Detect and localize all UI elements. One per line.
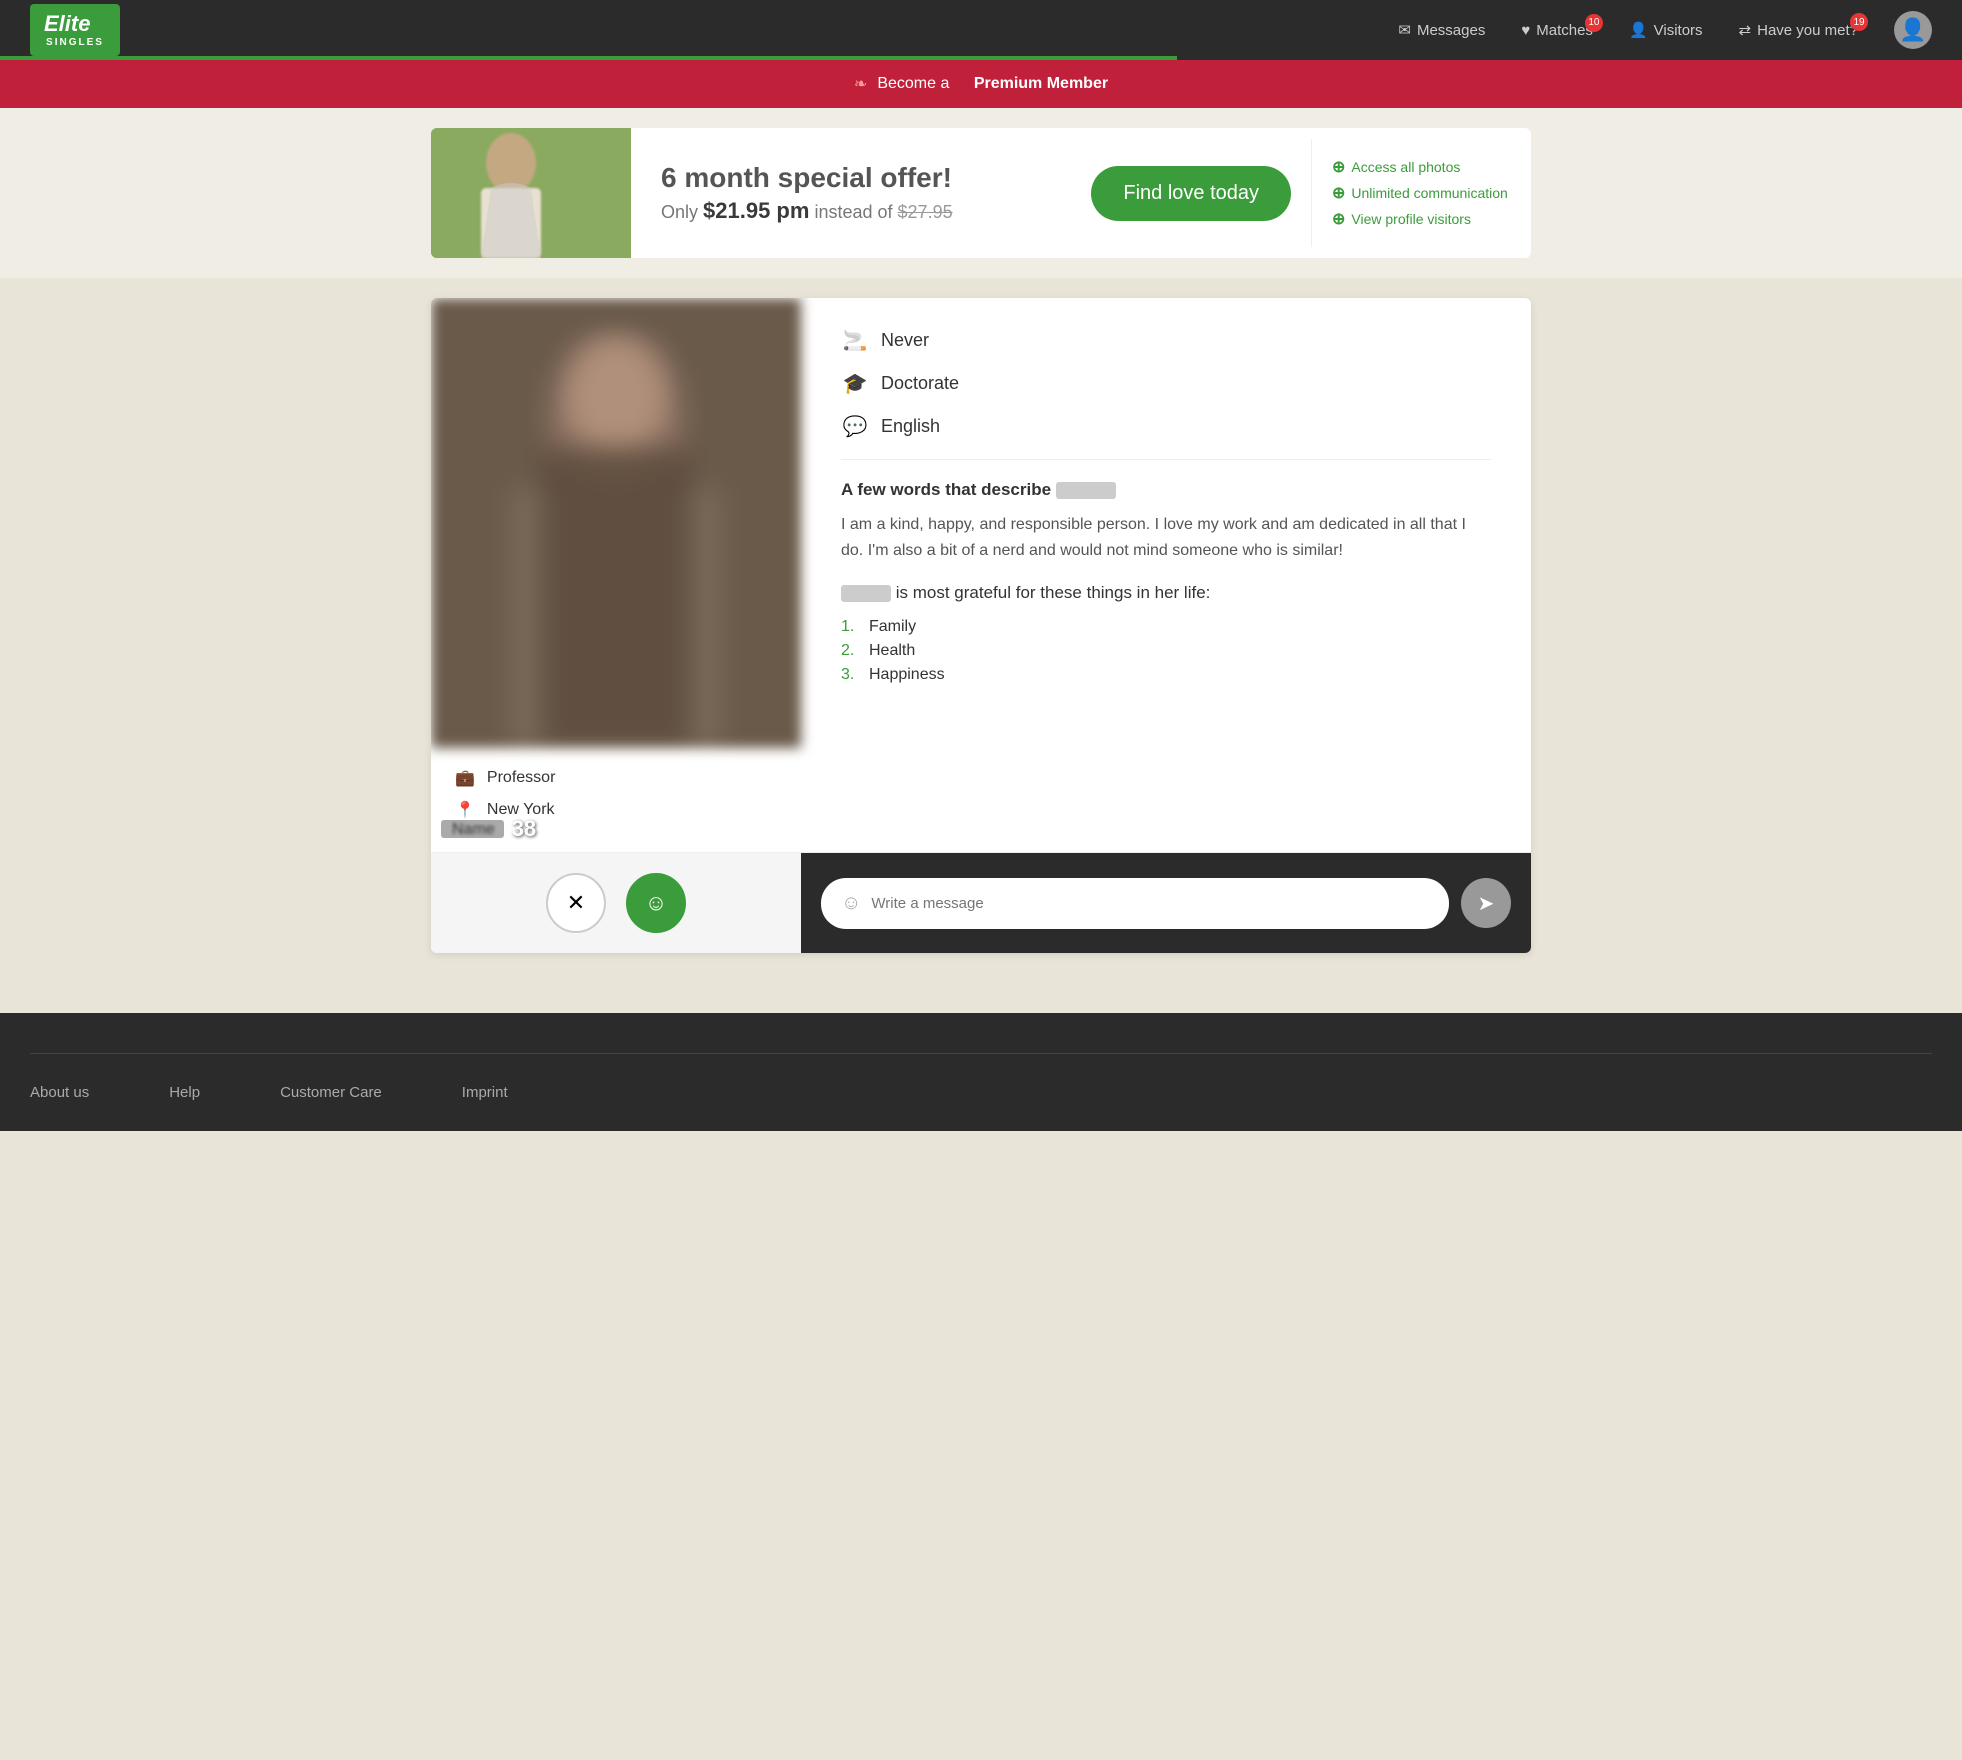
education-label: Doctorate (881, 373, 959, 394)
have-you-met-badge: 19 (1850, 13, 1868, 31)
promo-text: 6 month special offer! Only $21.95 pm in… (631, 142, 1071, 244)
grateful-number: 2. (841, 642, 861, 660)
promo-price-text: Only (661, 202, 698, 222)
message-text-input[interactable] (871, 895, 1429, 912)
profile-bottom: ✕ ☺ ☺ ➤ (431, 852, 1531, 953)
smoking-label: Never (881, 330, 929, 351)
send-button[interactable]: ➤ (1461, 878, 1511, 928)
promo-price-old: $27.95 (898, 202, 953, 222)
smoking-icon: 🚬 (841, 328, 869, 353)
main-content: Name 38 💼 Professor 📍 New York (0, 278, 1962, 973)
promo-price-instead: instead of (814, 202, 892, 222)
language-label: English (881, 416, 940, 437)
footer-about-link[interactable]: About us (30, 1084, 89, 1101)
header: Elite SINGLES ✉ Messages ♥ Matches 10 👤 … (0, 0, 1962, 60)
profile-info-col: 🚬 Never 🎓 Doctorate 💬 English A few word… (801, 298, 1531, 852)
profile-description: I am a kind, happy, and responsible pers… (841, 512, 1491, 563)
premium-flower-icon: ❧ (854, 74, 867, 94)
name-blurred-2 (841, 585, 891, 602)
promo-feature-item: ⊕ Access all photos (1332, 154, 1511, 180)
logo[interactable]: Elite SINGLES (30, 4, 120, 55)
profile-photo (431, 298, 801, 748)
footer-customer-care-link[interactable]: Customer Care (280, 1084, 382, 1101)
grateful-list: 1. Family2. Health3. Happiness (841, 615, 1491, 687)
grateful-list-item: 2. Health (841, 639, 1491, 663)
footer-links: About us Help Customer Care Imprint (30, 1084, 1932, 1101)
person-icon: 👤 (1629, 21, 1648, 39)
occupation-label: Professor (487, 769, 555, 787)
visitors-label: Visitors (1654, 22, 1703, 39)
promo-feature-item: ⊕ View profile visitors (1332, 206, 1511, 232)
profile-photo-overlay: Name 38 (441, 816, 536, 842)
header-nav: ✉ Messages ♥ Matches 10 👤 Visitors ⇄ Hav… (1398, 11, 1932, 49)
plus-icon: ⊕ (1332, 157, 1345, 177)
name-blurred-1 (1056, 482, 1116, 499)
promo-cta-button[interactable]: Find love today (1091, 166, 1291, 221)
promo-price: Only $21.95 pm instead of $27.95 (661, 198, 1041, 224)
briefcase-icon: 💼 (455, 768, 475, 788)
logo-text: Elite (44, 11, 90, 36)
education-icon: 🎓 (841, 371, 869, 396)
avatar-icon: 👤 (1899, 17, 1926, 43)
message-col: ☺ ➤ (801, 853, 1531, 953)
premium-banner[interactable]: ❧ Become a Premium Member (0, 60, 1962, 108)
profile-photo-col: Name 38 💼 Professor 📍 New York (431, 298, 801, 852)
messages-label: Messages (1417, 22, 1485, 39)
describe-title: A few words that describe (841, 480, 1491, 500)
have-you-met-label: Have you met? (1757, 22, 1858, 39)
message-input-wrapper: ☺ (821, 878, 1449, 929)
job-info-row: 💼 Professor (455, 768, 777, 788)
envelope-icon: ✉ (1398, 21, 1411, 39)
like-button[interactable]: ☺ (626, 873, 686, 933)
avatar[interactable]: 👤 (1894, 11, 1932, 49)
heart-icon: ♥ (1521, 22, 1530, 39)
language-icon: 💬 (841, 414, 869, 439)
send-icon: ➤ (1478, 891, 1495, 916)
have-you-met-nav[interactable]: ⇄ Have you met? 19 (1739, 21, 1858, 39)
dislike-button[interactable]: ✕ (546, 873, 606, 933)
promo-image (431, 128, 631, 258)
action-col: ✕ ☺ (431, 853, 801, 953)
logo-sub: SINGLES (44, 37, 106, 48)
plus-icon: ⊕ (1332, 209, 1345, 229)
matches-badge: 10 (1585, 14, 1603, 32)
premium-text-bold: Premium Member (974, 75, 1108, 93)
grateful-list-item: 1. Family (841, 615, 1491, 639)
footer-imprint-link[interactable]: Imprint (462, 1084, 508, 1101)
education-row: 🎓 Doctorate (841, 371, 1491, 396)
message-smiley-icon: ☺ (841, 892, 861, 915)
grateful-list-item: 3. Happiness (841, 663, 1491, 687)
promo-person (431, 128, 631, 258)
promo-features-list: ⊕ Access all photos⊕ Unlimited communica… (1311, 139, 1531, 247)
profile-age: 38 (512, 816, 536, 842)
visitors-nav[interactable]: 👤 Visitors (1629, 21, 1703, 39)
footer-help-link[interactable]: Help (169, 1084, 200, 1101)
promo-section: 6 month special offer! Only $21.95 pm in… (0, 108, 1962, 278)
promo-title: 6 month special offer! (661, 162, 1041, 194)
divider (841, 459, 1491, 460)
plus-icon: ⊕ (1332, 183, 1345, 203)
progress-bar-wrap (0, 56, 1962, 60)
grateful-number: 3. (841, 666, 861, 684)
progress-bar-fill (0, 56, 1177, 60)
premium-text-normal: Become a (877, 75, 949, 93)
promo-card: 6 month special offer! Only $21.95 pm in… (431, 128, 1531, 258)
promo-feature-item: ⊕ Unlimited communication (1332, 180, 1511, 206)
promo-price-value: $21.95 pm (703, 198, 809, 223)
profile-top: Name 38 💼 Professor 📍 New York (431, 298, 1531, 852)
matches-nav[interactable]: ♥ Matches 10 (1521, 22, 1593, 39)
footer-divider (30, 1053, 1932, 1054)
profile-name-blurred: Name (441, 820, 504, 838)
language-row: 💬 English (841, 414, 1491, 439)
grateful-number: 1. (841, 618, 861, 636)
profile-card: Name 38 💼 Professor 📍 New York (431, 298, 1531, 953)
grateful-title: is most grateful for these things in her… (841, 583, 1491, 603)
messages-nav[interactable]: ✉ Messages (1398, 21, 1485, 39)
smoking-row: 🚬 Never (841, 328, 1491, 353)
shuffle-icon: ⇄ (1739, 21, 1752, 39)
footer: About us Help Customer Care Imprint (0, 1013, 1962, 1131)
